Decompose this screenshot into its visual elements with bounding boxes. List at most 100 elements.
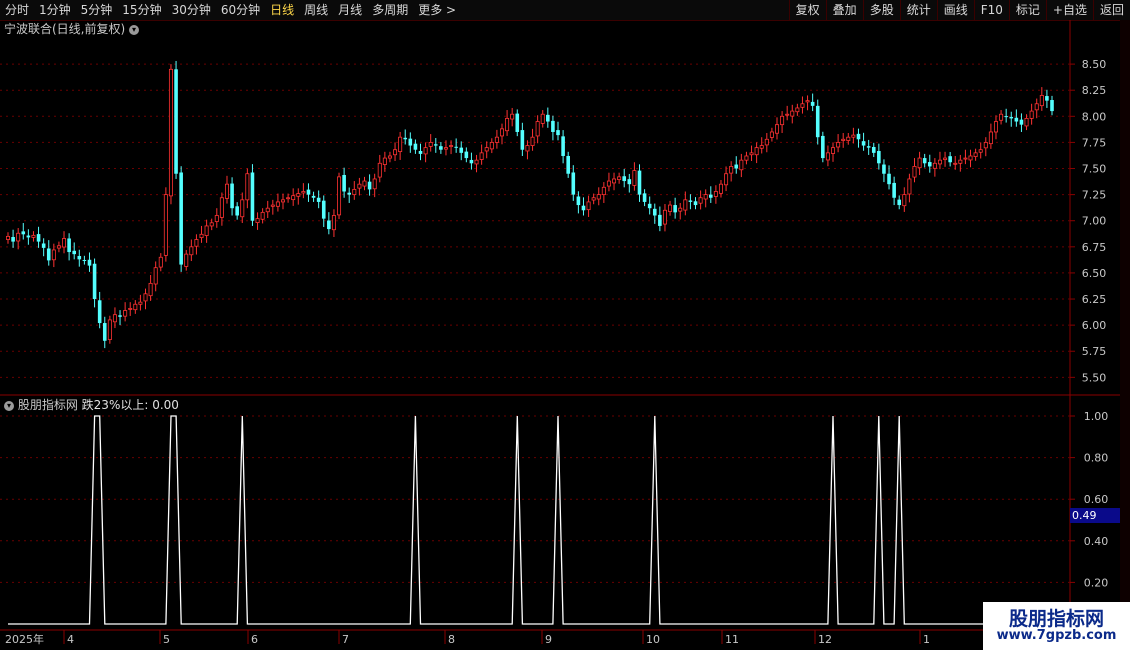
candle-body: [754, 147, 759, 156]
candle-body: [367, 181, 372, 190]
candle-body: [897, 199, 902, 206]
candle-body: [1024, 117, 1029, 127]
candle-body: [566, 155, 570, 174]
candle-body: [21, 231, 26, 235]
candle-body: [449, 145, 454, 147]
candle-body: [586, 201, 591, 211]
candle-body: [678, 207, 683, 212]
price-tick-label: 5.75: [1082, 345, 1107, 358]
candle-body: [831, 147, 836, 154]
candle-body: [637, 170, 642, 195]
candle-body: [617, 176, 622, 180]
candle-body: [342, 174, 346, 192]
candle-body: [235, 206, 239, 216]
candle-body: [673, 205, 677, 213]
candle-body: [892, 182, 896, 198]
candle-body: [31, 234, 36, 238]
candle-body: [973, 152, 978, 158]
price-tick-label: 6.00: [1082, 319, 1107, 332]
price-tick-label: 7.25: [1082, 189, 1107, 202]
candle-body: [815, 105, 820, 138]
candle-body: [275, 201, 280, 207]
right-side-strip: [1120, 20, 1130, 630]
price-tick-label: 7.50: [1082, 163, 1107, 176]
date-label: 12: [818, 633, 832, 646]
candle-body: [189, 246, 194, 256]
candle-body: [805, 100, 810, 103]
candle-body: [937, 159, 942, 165]
candle-body: [102, 323, 107, 341]
candle-body: [224, 183, 229, 199]
candle-body: [11, 237, 15, 242]
candle-body: [795, 107, 800, 113]
candle-body: [46, 248, 51, 261]
candle-body: [658, 214, 662, 226]
candle-body: [301, 191, 306, 194]
candle-body: [255, 218, 260, 224]
candle-body: [26, 235, 31, 238]
candle-body: [112, 314, 117, 323]
candle-body: [56, 245, 61, 249]
candle-body: [398, 136, 403, 153]
candle-body: [988, 131, 993, 145]
candle-body: [158, 256, 163, 268]
candle-body: [713, 191, 718, 197]
candle-body: [887, 173, 891, 185]
candle-body: [561, 136, 565, 156]
candle-body: [499, 128, 504, 137]
candle-body: [265, 207, 270, 213]
candle-body: [306, 189, 311, 195]
candle-body: [82, 259, 87, 261]
candle-body: [1039, 95, 1044, 107]
candle-body: [316, 197, 321, 202]
candle-body: [214, 215, 219, 222]
candle-body: [851, 134, 856, 138]
indicator-tick-label: 0.40: [1084, 535, 1109, 548]
candle-body: [459, 147, 464, 153]
candle-body: [882, 164, 886, 174]
candle-body: [540, 113, 545, 124]
candle-body: [372, 178, 377, 190]
indicator-tick-label: 0.20: [1084, 576, 1109, 589]
candle-body: [209, 222, 214, 227]
candle-body: [983, 142, 988, 149]
candle-body: [219, 197, 224, 218]
current-value-badge: 0.49: [1070, 508, 1120, 523]
candle-body: [932, 162, 937, 169]
candle-body: [993, 121, 998, 133]
price-tick-label: 8.00: [1082, 110, 1107, 123]
candle-body: [546, 114, 550, 122]
candle-body: [311, 195, 316, 198]
candle-body: [810, 101, 815, 106]
candle-body: [51, 249, 56, 261]
candle-body: [912, 166, 917, 178]
candle-body: [927, 162, 932, 167]
candle-body: [774, 124, 779, 134]
candle-body: [866, 146, 871, 148]
price-tick-label: 6.75: [1082, 241, 1107, 254]
date-label: 9: [545, 633, 552, 646]
candle-body: [1009, 116, 1014, 119]
date-label: 1: [923, 633, 930, 646]
candle-body: [556, 130, 560, 136]
candle-body: [953, 162, 958, 165]
date-label: 10: [646, 633, 660, 646]
candle-body: [489, 142, 494, 150]
candle-body: [107, 319, 112, 340]
candle-body: [963, 157, 968, 160]
candle-body: [240, 199, 245, 218]
candle-body: [286, 197, 291, 200]
candle-body: [836, 142, 841, 148]
candle-body: [841, 138, 846, 141]
candle-body: [902, 194, 907, 207]
price-tick-label: 7.00: [1082, 215, 1107, 228]
candle-body: [357, 183, 362, 189]
candle-body: [72, 250, 77, 255]
candle-body: [469, 159, 474, 164]
candle-body: [1004, 116, 1008, 118]
candle-body: [612, 178, 617, 184]
kline-chart[interactable]: 8.50 8.25 8.00 7.75 7.50 7.25 7.00 6.75 6.50 6.25…: [0, 0, 1130, 650]
candle-body: [877, 150, 881, 164]
date-label: 5: [163, 633, 170, 646]
candle-body: [703, 194, 708, 200]
